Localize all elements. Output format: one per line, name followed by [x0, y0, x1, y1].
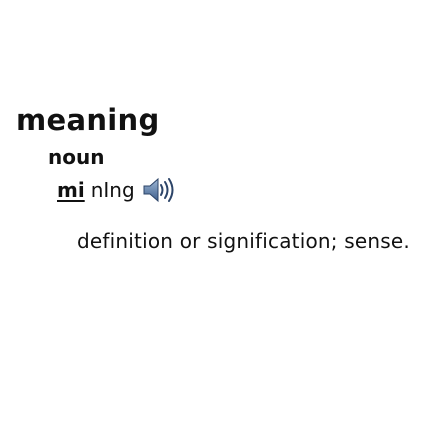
dictionary-entry: meaning noun mi nIng definition or signi… — [0, 0, 440, 440]
pronunciation-unstressed-syllable: nIng — [90, 178, 135, 202]
pronunciation-stressed-syllable: mi — [57, 178, 85, 202]
pronunciation: mi nIng — [57, 175, 174, 205]
speaker-icon[interactable] — [142, 175, 174, 205]
part-of-speech: noun — [48, 145, 105, 169]
definition-text: definition or signification; sense. — [77, 229, 410, 253]
headword: meaning — [16, 103, 160, 137]
